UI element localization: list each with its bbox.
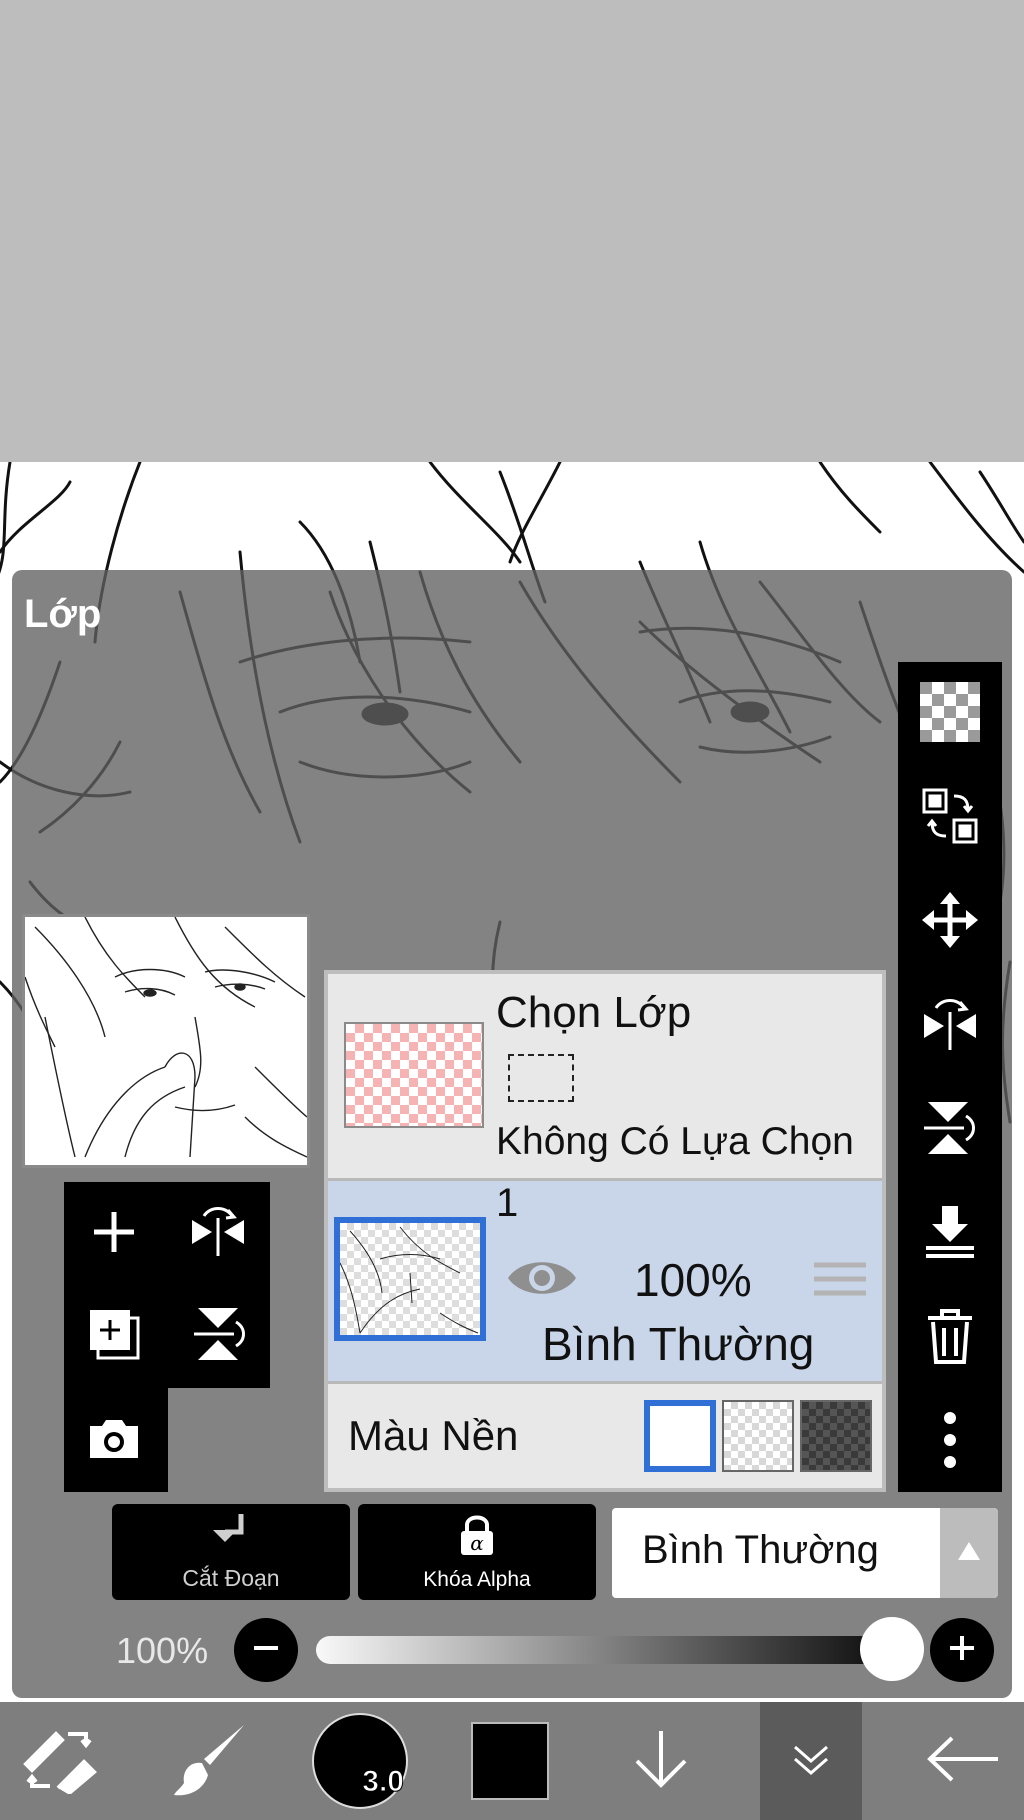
- selection-marquee-icon: [508, 1054, 574, 1102]
- swap-layer-button[interactable]: [898, 766, 1002, 870]
- workspace-background: [0, 0, 1024, 462]
- layer-list: Chọn Lớp Không Có Lựa Chọn 1 100% Bình T…: [324, 970, 886, 1492]
- bottom-toolbar: 3.0: [0, 1702, 1024, 1820]
- transform-tools-icon: [22, 1724, 98, 1799]
- scroll-down-button[interactable]: [616, 1702, 706, 1820]
- layer-visibility-toggle[interactable]: [504, 1253, 580, 1303]
- opacity-slider[interactable]: [316, 1617, 924, 1681]
- more-options-button[interactable]: [898, 1390, 1002, 1494]
- minus-icon: [252, 1634, 280, 1667]
- delete-layer-button[interactable]: [898, 1286, 1002, 1390]
- back-arrow-icon: [924, 1734, 1000, 1789]
- transparency-button[interactable]: [898, 662, 1002, 766]
- flip-horizontal-button[interactable]: [168, 1184, 268, 1284]
- triangle-up-icon: [956, 1540, 982, 1567]
- clipping-label: Cắt Đoạn: [182, 1565, 280, 1591]
- layer-thumbnail: [334, 1217, 486, 1341]
- move-icon: [920, 890, 980, 955]
- current-color-swatch: [471, 1722, 549, 1800]
- lock-icon: α: [457, 1513, 497, 1562]
- selection-layer-thumbnail: [344, 1022, 484, 1128]
- merge-down-button[interactable]: [898, 1182, 1002, 1286]
- alpha-lock-label: Khóa Alpha: [423, 1567, 531, 1591]
- camera-icon: [86, 1416, 142, 1465]
- merge-down-icon: [920, 1202, 980, 1267]
- layer-drag-handle[interactable]: [814, 1259, 866, 1299]
- color-button[interactable]: [468, 1702, 552, 1820]
- transform-tools-button[interactable]: [0, 1702, 120, 1820]
- arrow-down-icon: [629, 1727, 693, 1796]
- collapse-panel-button[interactable]: [760, 1702, 862, 1820]
- transparency-icon: [920, 681, 980, 747]
- brush-size-value: 3.0: [362, 1765, 405, 1799]
- add-layer-button[interactable]: [64, 1184, 164, 1284]
- layer-row-1[interactable]: 1 100% Bình Thường: [328, 1181, 882, 1381]
- flip-layer-vertical-icon: [920, 1098, 980, 1163]
- blend-mode-value: Bình Thường: [642, 1528, 879, 1572]
- flip-layer-horizontal-icon: [920, 996, 980, 1057]
- canvas-preview[interactable]: [22, 914, 310, 1168]
- opacity-increase-button[interactable]: [930, 1618, 994, 1682]
- add-layer-icon: [91, 1209, 137, 1260]
- opacity-label: 100%: [116, 1630, 209, 1671]
- trash-icon: [924, 1306, 976, 1371]
- camera-button[interactable]: [64, 1390, 164, 1490]
- selection-layer-status: Không Có Lựa Chọn: [496, 1120, 854, 1163]
- drag-handle-icon: [814, 1262, 866, 1303]
- background-color-row: Màu Nền: [328, 1384, 882, 1488]
- move-layer-button[interactable]: [898, 870, 1002, 974]
- flip-vertical-icon: [190, 1304, 246, 1369]
- selection-layer-row[interactable]: Chọn Lớp Không Có Lựa Chọn: [328, 974, 882, 1178]
- flip-layer-horizontal-button[interactable]: [898, 974, 1002, 1078]
- duplicate-layer-button[interactable]: [64, 1286, 164, 1386]
- layer-opacity: 100%: [634, 1254, 752, 1306]
- brush-button[interactable]: [160, 1702, 260, 1820]
- clipping-button[interactable]: Cắt Đoạn: [112, 1504, 350, 1600]
- flip-layer-vertical-button[interactable]: [898, 1078, 1002, 1182]
- opacity-decrease-button[interactable]: [234, 1618, 298, 1682]
- eye-icon: [504, 1262, 580, 1307]
- background-transparent-option[interactable]: [722, 1400, 794, 1472]
- background-color-label: Màu Nền: [348, 1412, 519, 1459]
- duplicate-layer-icon: [86, 1306, 142, 1367]
- blend-mode-select[interactable]: Bình Thường: [612, 1508, 998, 1598]
- clip-arrow-icon: [211, 1512, 251, 1559]
- alpha-lock-button[interactable]: α Khóa Alpha: [358, 1504, 596, 1600]
- brush-icon: [170, 1719, 250, 1804]
- svg-text:α: α: [470, 1531, 484, 1555]
- selection-layer-title: Chọn Lớp: [496, 988, 692, 1037]
- layer-blend-mode: Bình Thường: [542, 1318, 815, 1370]
- panel-title: Lớp: [24, 592, 102, 636]
- back-button[interactable]: [912, 1702, 1012, 1820]
- background-white-option[interactable]: [644, 1400, 716, 1472]
- brush-size-indicator: 3.0: [312, 1713, 408, 1809]
- collapse-icon: [791, 1739, 831, 1784]
- blend-mode-dropdown-button[interactable]: [940, 1508, 998, 1598]
- layer-name: 1: [496, 1181, 519, 1225]
- background-dark-option[interactable]: [800, 1400, 872, 1472]
- swap-icon: [920, 786, 980, 851]
- brush-size-button[interactable]: 3.0: [308, 1702, 412, 1820]
- plus-icon: [948, 1634, 976, 1667]
- layer-actions-toolbar: [898, 662, 1002, 1492]
- more-icon: [942, 1410, 958, 1475]
- flip-horizontal-icon: [188, 1206, 248, 1263]
- opacity-slider-thumb[interactable]: [860, 1617, 924, 1681]
- flip-vertical-button[interactable]: [168, 1286, 268, 1386]
